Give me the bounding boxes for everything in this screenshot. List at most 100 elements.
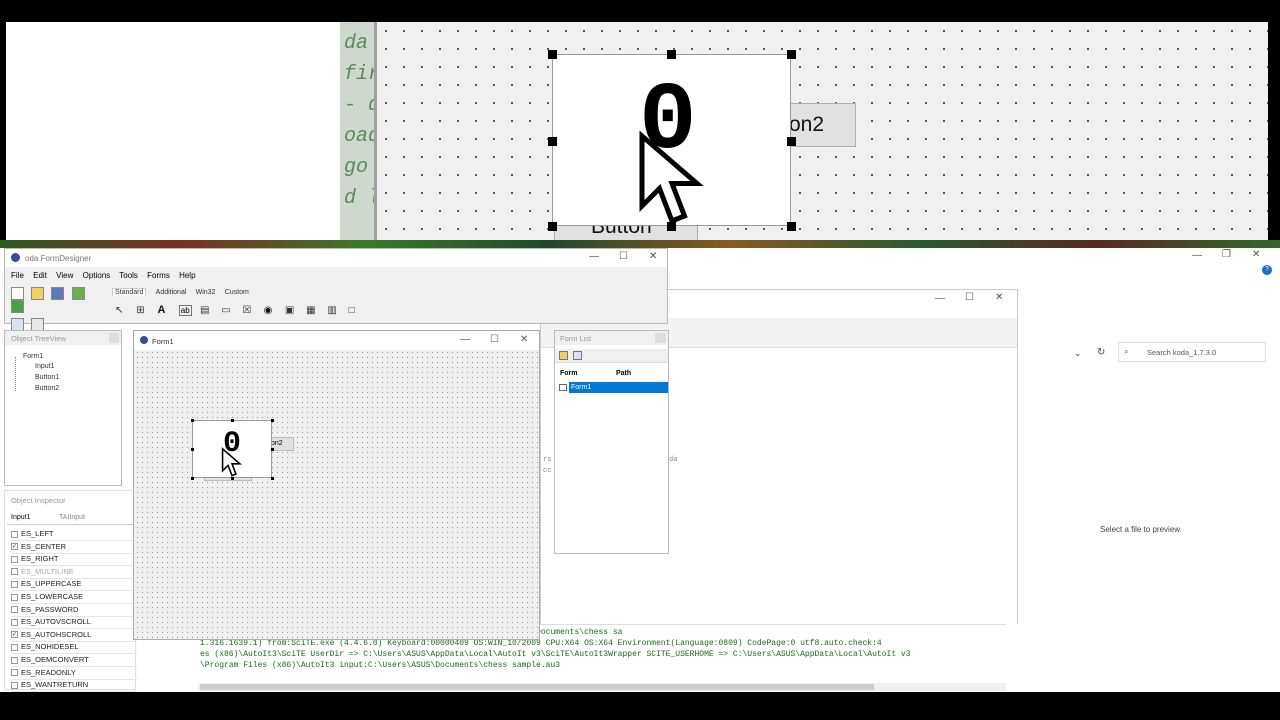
- prop-checkbox[interactable]: [11, 643, 18, 651]
- inspector-prop-row[interactable]: ES_PASSWORD: [11, 605, 137, 617]
- prop-checkbox[interactable]: [11, 555, 18, 563]
- inspector-object-selector[interactable]: Input1 TAIInput: [7, 513, 135, 525]
- form1-handle-se[interactable]: [271, 477, 274, 480]
- inspector-prop-row[interactable]: ✓ ES_CENTER: [11, 542, 137, 554]
- menu-tools[interactable]: Tools: [119, 271, 138, 280]
- form1-handle-e[interactable]: [271, 448, 274, 451]
- group-tool-icon[interactable]: ▭: [221, 305, 234, 316]
- tab-additional[interactable]: Additional: [156, 289, 187, 296]
- explorer-maximize-button[interactable]: ❐: [1222, 249, 1231, 260]
- run-icon[interactable]: [71, 287, 85, 300]
- form1-close-button[interactable]: ✕: [520, 334, 528, 345]
- bgwin-close-button[interactable]: ✕: [995, 292, 1003, 303]
- prop-checkbox[interactable]: [11, 593, 18, 601]
- export-icon[interactable]: [11, 300, 24, 313]
- form-list-row[interactable]: Form1: [557, 382, 668, 393]
- inspector-prop-row[interactable]: ES_NOHIDESEL: [11, 642, 137, 655]
- zoomed-handle-se[interactable]: [787, 222, 796, 231]
- prop-checkbox[interactable]: ✓: [11, 543, 18, 551]
- list-tool-icon[interactable]: ▤: [200, 305, 213, 316]
- form1-maximize-button[interactable]: ☐: [490, 334, 499, 345]
- tree-item-input1[interactable]: Input1: [35, 363, 54, 370]
- prop-checkbox[interactable]: [11, 580, 18, 588]
- form1-handle-ne[interactable]: [271, 419, 274, 422]
- form1-input1[interactable]: 0: [192, 420, 272, 478]
- save-icon[interactable]: [51, 287, 65, 300]
- menu-options[interactable]: Options: [83, 271, 111, 280]
- form1-handle-s[interactable]: [231, 477, 234, 480]
- inspector-prop-row[interactable]: ES_AUTOVSCROLL: [11, 617, 137, 630]
- tab-standard[interactable]: Standard: [112, 288, 147, 296]
- edit-tool-icon[interactable]: ▥: [327, 305, 340, 316]
- zoomed-handle-n[interactable]: [667, 50, 676, 59]
- panel-tool-icon[interactable]: □: [349, 305, 362, 316]
- form1-canvas[interactable]: [135, 350, 539, 639]
- menu-help[interactable]: Help: [179, 271, 195, 280]
- form-list-add-icon[interactable]: [559, 351, 568, 360]
- prop-checkbox[interactable]: ✓: [11, 631, 18, 639]
- menu-forms[interactable]: Forms: [147, 271, 170, 280]
- radio-tool-icon[interactable]: ◉: [264, 305, 277, 316]
- designer-close-button[interactable]: ✕: [649, 251, 657, 262]
- form1-handle-sw[interactable]: [191, 477, 194, 480]
- prop-checkbox[interactable]: [11, 530, 18, 538]
- prop-checkbox[interactable]: [11, 568, 18, 576]
- inspector-prop-row[interactable]: ES_UPPERCASE: [11, 579, 137, 592]
- form1-minimize-button[interactable]: —: [460, 334, 470, 345]
- pointer-icon[interactable]: ↖: [115, 305, 128, 316]
- zoomed-handle-nw[interactable]: [548, 50, 557, 59]
- prop-checkbox[interactable]: [11, 681, 18, 689]
- explorer-dropdown-chevron-icon[interactable]: ⌄: [1074, 348, 1082, 359]
- tree-item-form1[interactable]: Form1: [23, 353, 43, 360]
- combo-tool-icon[interactable]: ▣: [285, 305, 298, 316]
- treeview-close-icon[interactable]: [109, 333, 119, 343]
- zoomed-handle-w[interactable]: [548, 137, 557, 146]
- explorer-search-box[interactable]: ⌕ Search koda_1.7.3.0: [1118, 342, 1266, 362]
- prop-checkbox[interactable]: [11, 618, 18, 626]
- form1-handle-n[interactable]: [231, 419, 234, 422]
- menu-view[interactable]: View: [56, 271, 73, 280]
- inspector-prop-row[interactable]: ES_WANTRETURN: [11, 680, 137, 693]
- zoomed-handle-sw[interactable]: [548, 222, 557, 231]
- tab-win32[interactable]: Win32: [196, 289, 216, 296]
- inspector-prop-row[interactable]: ES_READONLY: [11, 668, 137, 680]
- new-icon[interactable]: [11, 287, 24, 300]
- bgwin-maximize-button[interactable]: ☐: [965, 292, 974, 303]
- zoomed-handle-s[interactable]: [667, 222, 676, 231]
- bgwin-minimize-button[interactable]: —: [935, 293, 945, 304]
- tree-item-button1[interactable]: Button1: [35, 374, 59, 381]
- designer-maximize-button[interactable]: ☐: [619, 251, 628, 262]
- tab-custom[interactable]: Custom: [225, 289, 249, 296]
- inspector-prop-row[interactable]: ES_OEMCONVERT: [11, 655, 137, 667]
- form1-handle-nw[interactable]: [191, 419, 194, 422]
- prop-checkbox[interactable]: [11, 606, 18, 614]
- explorer-minimize-button[interactable]: —: [1192, 250, 1202, 261]
- zoomed-input1[interactable]: 0: [552, 54, 791, 226]
- text-tool-icon[interactable]: ab: [178, 305, 192, 316]
- checkbox-tool-icon[interactable]: ☒: [242, 305, 255, 316]
- menu-edit[interactable]: Edit: [33, 271, 47, 280]
- grid-icon[interactable]: ⊞: [136, 305, 149, 316]
- prop-checkbox[interactable]: [11, 656, 18, 664]
- menu-file[interactable]: File: [11, 271, 24, 280]
- form-list-close-icon[interactable]: [655, 333, 666, 343]
- form1-handle-w[interactable]: [191, 448, 194, 451]
- prop-checkbox[interactable]: [11, 669, 18, 677]
- inspector-prop-row[interactable]: ✓ ES_AUTOHSCROLL: [11, 630, 137, 642]
- inspector-prop-row[interactable]: ES_LEFT: [11, 529, 137, 541]
- zoomed-button2[interactable]: on2: [788, 103, 856, 147]
- explorer-close-button[interactable]: ✕: [1252, 249, 1260, 260]
- tree-item-button2[interactable]: Button2: [35, 385, 59, 392]
- console-scrollbar-h[interactable]: [198, 683, 1006, 691]
- label-tool-icon[interactable]: A: [157, 304, 170, 316]
- listbox-tool-icon[interactable]: ▦: [306, 305, 319, 316]
- form-list-remove-icon[interactable]: [573, 351, 582, 360]
- explorer-refresh-icon[interactable]: ↻: [1097, 347, 1105, 358]
- inspector-prop-row[interactable]: ES_RIGHT: [11, 554, 137, 567]
- inspector-prop-row[interactable]: ES_LOWERCASE: [11, 592, 137, 604]
- inspector-prop-row[interactable]: ES_MULTILINE: [11, 567, 137, 579]
- open-icon[interactable]: [31, 287, 45, 300]
- zoomed-handle-e[interactable]: [787, 137, 796, 146]
- zoomed-handle-ne[interactable]: [787, 50, 796, 59]
- help-icon[interactable]: ?: [1262, 265, 1272, 275]
